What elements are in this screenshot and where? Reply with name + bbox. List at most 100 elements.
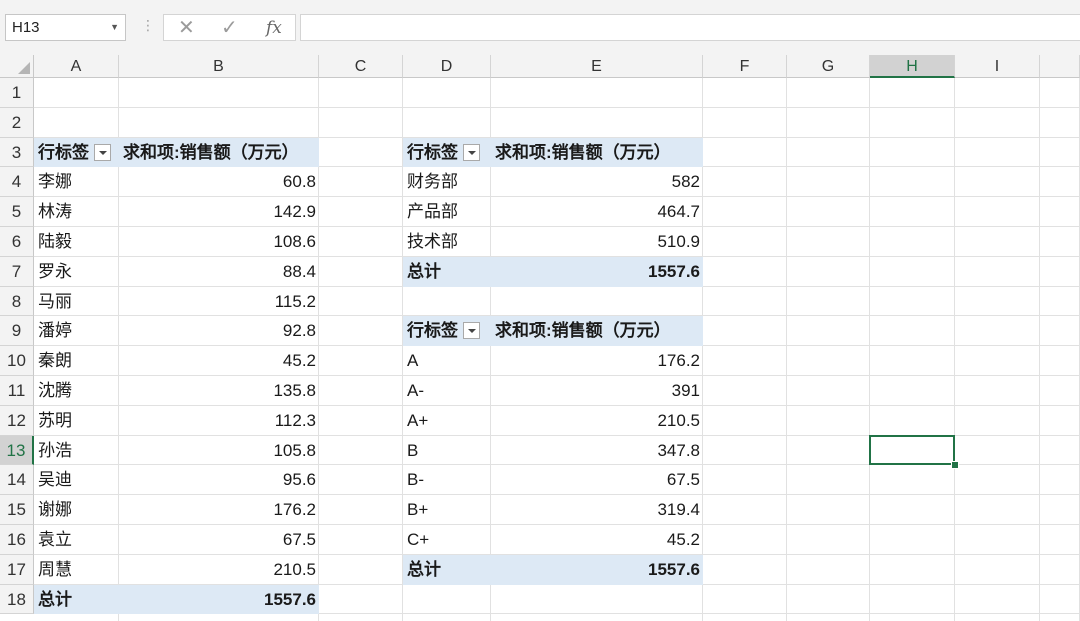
row-header-15[interactable]: 15: [0, 495, 34, 525]
pivot-row-value[interactable]: 115.2: [119, 287, 319, 317]
column-header-b[interactable]: B: [119, 55, 319, 78]
row-header-7[interactable]: 7: [0, 256, 34, 287]
pivot-total-value[interactable]: 1557.6: [491, 256, 703, 287]
pivot-row-value[interactable]: 176.2: [119, 495, 319, 525]
row-header-1[interactable]: 1: [0, 78, 34, 108]
pivot-row-label[interactable]: 产品部: [403, 197, 491, 227]
pivot-row-label[interactable]: 孙浩: [34, 436, 119, 466]
pivot-header-value[interactable]: 求和项:销售额（万元）: [119, 137, 319, 168]
pivot-row-label[interactable]: 吴迪: [34, 465, 119, 495]
pivot-row-label[interactable]: C+: [403, 525, 491, 555]
pivot-row-label[interactable]: 林涛: [34, 197, 119, 227]
fill-handle[interactable]: [951, 461, 959, 470]
filter-dropdown-icon[interactable]: [463, 322, 480, 340]
pivot-row-value[interactable]: 464.7: [491, 197, 703, 227]
filter-dropdown-icon[interactable]: [463, 143, 480, 161]
pivot-row-value[interactable]: 582: [491, 167, 703, 197]
column-header-i[interactable]: I: [955, 55, 1040, 78]
row-header-18[interactable]: 18: [0, 584, 34, 615]
column-header-a[interactable]: A: [34, 55, 119, 78]
pivot-row-label[interactable]: 马丽: [34, 287, 119, 317]
pivot-row-label[interactable]: A: [403, 346, 491, 376]
pivot-row-value[interactable]: 67.5: [119, 525, 319, 555]
row-header-17[interactable]: 17: [0, 554, 34, 585]
column-header-g[interactable]: G: [787, 55, 870, 78]
pivot-header-value[interactable]: 求和项:销售额（万元）: [491, 137, 703, 168]
selected-cell[interactable]: [869, 434, 955, 466]
column-header-e[interactable]: E: [491, 55, 703, 78]
row-header-9[interactable]: 9: [0, 316, 34, 347]
row-header-10[interactable]: 10: [0, 346, 34, 376]
pivot-row-value[interactable]: 45.2: [491, 525, 703, 555]
pivot-row-label[interactable]: 罗永: [34, 257, 119, 287]
pivot-row-label[interactable]: A-: [403, 376, 491, 406]
pivot-header-label-cell[interactable]: 行标签: [34, 137, 119, 168]
column-header-h[interactable]: H: [870, 55, 955, 78]
chevron-down-icon[interactable]: ▼: [110, 15, 119, 40]
pivot-total-value[interactable]: 1557.6: [491, 554, 703, 585]
pivot-row-label[interactable]: B+: [403, 495, 491, 525]
pivot-row-value[interactable]: 67.5: [491, 465, 703, 495]
pivot-row-value[interactable]: 319.4: [491, 495, 703, 525]
spreadsheet-grid[interactable]: A B C D E F G H I 1 2 3 4 5 6 7 8 9 10 11 12 13 14 15 16 17 18 行标签求…: [0, 55, 1080, 621]
pivot-total-value[interactable]: 1557.6: [119, 584, 319, 615]
pivot-row-value[interactable]: 45.2: [119, 346, 319, 376]
column-header-f[interactable]: F: [703, 55, 787, 78]
pivot-row-label[interactable]: 潘婷: [34, 316, 119, 346]
column-header-c[interactable]: C: [319, 55, 403, 78]
pivot-row-label[interactable]: 袁立: [34, 525, 119, 555]
formula-input[interactable]: [300, 14, 1080, 41]
select-all-button[interactable]: [0, 55, 34, 78]
pivot-row-value[interactable]: 510.9: [491, 227, 703, 257]
row-header-11[interactable]: 11: [0, 376, 34, 406]
pivot-row-label[interactable]: 技术部: [403, 227, 491, 257]
name-box[interactable]: H13 ▼: [5, 14, 126, 41]
row-header-3[interactable]: 3: [0, 137, 34, 168]
pivot-row-value[interactable]: 108.6: [119, 227, 319, 257]
pivot-row-value[interactable]: 142.9: [119, 197, 319, 227]
pivot-row-value[interactable]: 391: [491, 376, 703, 406]
pivot-row-label[interactable]: B: [403, 436, 491, 466]
insert-function-icon[interactable]: fx: [266, 17, 282, 39]
row-header-4[interactable]: 4: [0, 167, 34, 198]
enter-icon[interactable]: ✓: [221, 16, 238, 40]
pivot-row-value[interactable]: 112.3: [119, 406, 319, 436]
pivot-row-value[interactable]: 347.8: [491, 436, 703, 466]
pivot-row-value[interactable]: 60.8: [119, 167, 319, 197]
pivot-total-label[interactable]: 总计: [403, 554, 491, 585]
pivot-row-label[interactable]: 周慧: [34, 555, 119, 585]
pivot-row-label[interactable]: 沈腾: [34, 376, 119, 406]
cancel-icon[interactable]: ✕: [178, 16, 195, 40]
pivot-row-label[interactable]: B-: [403, 465, 491, 495]
pivot-header-label-cell[interactable]: 行标签: [403, 316, 491, 347]
pivot-row-label[interactable]: 秦朗: [34, 346, 119, 376]
row-header-2[interactable]: 2: [0, 107, 34, 138]
pivot-row-value[interactable]: 88.4: [119, 257, 319, 287]
filter-dropdown-icon[interactable]: [94, 143, 111, 161]
row-header-14[interactable]: 14: [0, 465, 34, 496]
row-header-8[interactable]: 8: [0, 286, 34, 317]
row-header-5[interactable]: 5: [0, 197, 34, 227]
pivot-row-value[interactable]: 176.2: [491, 346, 703, 376]
pivot-row-value[interactable]: 92.8: [119, 316, 319, 346]
pivot-header-label-cell[interactable]: 行标签: [403, 137, 491, 168]
pivot-row-value[interactable]: 210.5: [119, 555, 319, 585]
pivot-total-label[interactable]: 总计: [403, 256, 491, 287]
pivot-row-label[interactable]: 苏明: [34, 406, 119, 436]
row-header-13[interactable]: 13: [0, 435, 34, 466]
pivot-row-label[interactable]: 财务部: [403, 167, 491, 197]
pivot-row-value[interactable]: 135.8: [119, 376, 319, 406]
pivot-row-label[interactable]: 陆毅: [34, 227, 119, 257]
pivot-header-value[interactable]: 求和项:销售额（万元）: [491, 316, 703, 347]
pivot-row-label[interactable]: A+: [403, 406, 491, 436]
pivot-row-value[interactable]: 105.8: [119, 436, 319, 466]
pivot-total-label[interactable]: 总计: [34, 584, 119, 615]
pivot-row-value[interactable]: 95.6: [119, 465, 319, 495]
pivot-row-value[interactable]: 210.5: [491, 406, 703, 436]
column-header-d[interactable]: D: [403, 55, 491, 78]
row-header-6[interactable]: 6: [0, 227, 34, 257]
pivot-row-label[interactable]: 谢娜: [34, 495, 119, 525]
column-header-partial[interactable]: [1040, 55, 1080, 78]
row-header-16[interactable]: 16: [0, 525, 34, 555]
row-header-12[interactable]: 12: [0, 405, 34, 436]
